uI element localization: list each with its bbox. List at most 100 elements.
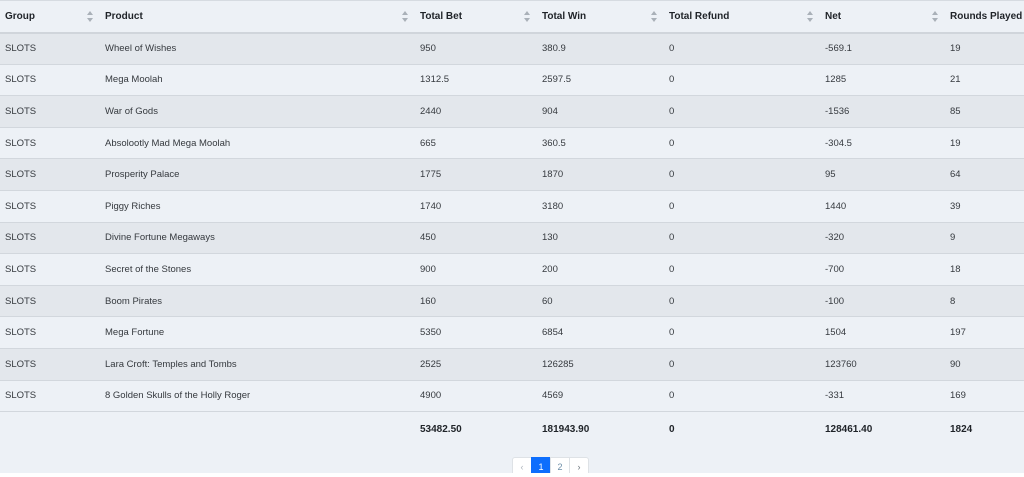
cell-group: SLOTS	[0, 32, 100, 65]
cell-total-bet: 1312.5	[415, 64, 537, 97]
report-table: Group Product Total Bet Total Win Total Refu…	[0, 0, 1024, 444]
cell-rounds-played: 169	[945, 380, 1024, 413]
column-header-total-refund[interactable]: Total Refund	[664, 0, 820, 34]
cell-group: SLOTS	[0, 64, 100, 97]
table-footer: 53482.50 181943.90 0 128461.40 1824	[0, 411, 1024, 444]
cell-product: Wheel of Wishes	[100, 32, 415, 65]
column-header-product[interactable]: Product	[100, 0, 415, 34]
header-row: Group Product Total Bet Total Win Total Refu…	[0, 0, 1024, 34]
cell-total-bet: 160	[415, 285, 537, 318]
sort-icon[interactable]	[651, 11, 657, 22]
cell-total-win: 1870	[537, 158, 664, 191]
table-row: SLOTS Piggy Riches 1740 3180 0 1440 39	[0, 190, 1024, 223]
cell-total-refund: 0	[664, 64, 820, 97]
cell-total-refund: 0	[664, 127, 820, 160]
cell-total-win: 4569	[537, 380, 664, 413]
cell-total-refund: 0	[664, 190, 820, 223]
column-header-total-win[interactable]: Total Win	[537, 0, 664, 34]
column-header-label: Rounds Played	[950, 10, 1023, 22]
cell-product: Secret of the Stones	[100, 253, 415, 286]
cell-product: Mega Moolah	[100, 64, 415, 97]
cell-total-bet: 665	[415, 127, 537, 160]
cell-total-refund: 0	[664, 348, 820, 381]
column-header-group[interactable]: Group	[0, 0, 100, 34]
cell-total-win: 904	[537, 95, 664, 128]
sort-icon[interactable]	[87, 11, 93, 22]
report-table-container: Group Product Total Bet Total Win Total Refu…	[0, 0, 1024, 444]
cell-group: SLOTS	[0, 380, 100, 413]
column-header-rounds-played[interactable]: Rounds Played	[945, 0, 1024, 34]
table-header: Group Product Total Bet Total Win Total Refu…	[0, 0, 1024, 34]
column-header-label: Group	[5, 10, 35, 22]
cell-product: 8 Golden Skulls of the Holly Roger	[100, 380, 415, 413]
cell-group: SLOTS	[0, 95, 100, 128]
cell-group: SLOTS	[0, 158, 100, 191]
cell-net: 123760	[820, 348, 945, 381]
table-row: SLOTS Prosperity Palace 1775 1870 0 95 64	[0, 158, 1024, 191]
table-row: SLOTS Wheel of Wishes 950 380.9 0 -569.1 19	[0, 32, 1024, 65]
cell-total-refund: 0	[664, 32, 820, 65]
cell-group: SLOTS	[0, 348, 100, 381]
table-body: SLOTS Wheel of Wishes 950 380.9 0 -569.1 19 SLO…	[0, 32, 1024, 413]
totals-row: 53482.50 181943.90 0 128461.40 1824	[0, 411, 1024, 444]
cell-rounds-played: 197	[945, 316, 1024, 349]
cell-total-bet: 1740	[415, 190, 537, 223]
cell-net: -331	[820, 380, 945, 413]
column-header-label: Total Bet	[420, 10, 463, 22]
cell-net: -320	[820, 222, 945, 255]
cell-net: 1285	[820, 64, 945, 97]
cell-product: Prosperity Palace	[100, 158, 415, 191]
cell-net: 95	[820, 158, 945, 191]
cell-net: -700	[820, 253, 945, 286]
cell-net: -569.1	[820, 32, 945, 65]
cell-net: 1504	[820, 316, 945, 349]
cell-rounds-played: 9	[945, 222, 1024, 255]
sort-icon[interactable]	[524, 11, 530, 22]
cell-total-bet: 450	[415, 222, 537, 255]
cell-group: SLOTS	[0, 222, 100, 255]
sort-icon[interactable]	[807, 11, 813, 22]
column-header-label: Product	[105, 10, 143, 22]
cell-group: SLOTS	[0, 285, 100, 318]
table-row: SLOTS Boom Pirates 160 60 0 -100 8	[0, 285, 1024, 318]
cell-total-refund: 0	[664, 158, 820, 191]
cell-total-win: 2597.5	[537, 64, 664, 97]
cell-total-refund: 0	[664, 253, 820, 286]
cell-total-refund: 0	[664, 95, 820, 128]
cell-total-win: 60	[537, 285, 664, 318]
total-group	[0, 411, 100, 444]
column-header-total-bet[interactable]: Total Bet	[415, 0, 537, 34]
cell-rounds-played: 19	[945, 127, 1024, 160]
cell-total-win: 3180	[537, 190, 664, 223]
cell-group: SLOTS	[0, 253, 100, 286]
cell-group: SLOTS	[0, 316, 100, 349]
column-header-label: Net	[825, 10, 842, 22]
column-header-net[interactable]: Net	[820, 0, 945, 34]
total-product	[100, 411, 415, 444]
cell-total-bet: 900	[415, 253, 537, 286]
cell-total-win: 380.9	[537, 32, 664, 65]
sort-icon[interactable]	[932, 11, 938, 22]
sort-icon[interactable]	[402, 11, 408, 22]
cell-rounds-played: 21	[945, 64, 1024, 97]
cell-net: -1536	[820, 95, 945, 128]
cell-product: Divine Fortune Megaways	[100, 222, 415, 255]
cell-total-bet: 4900	[415, 380, 537, 413]
cell-product: Piggy Riches	[100, 190, 415, 223]
cell-group: SLOTS	[0, 190, 100, 223]
cell-total-win: 6854	[537, 316, 664, 349]
cell-rounds-played: 64	[945, 158, 1024, 191]
cell-total-bet: 1775	[415, 158, 537, 191]
table-row: SLOTS Secret of the Stones 900 200 0 -700 18	[0, 253, 1024, 286]
table-row: SLOTS Absolootly Mad Mega Moolah 665 360.5 0…	[0, 127, 1024, 160]
total-total-refund: 0	[664, 411, 820, 444]
column-header-label: Total Refund	[669, 10, 730, 22]
table-row: SLOTS Divine Fortune Megaways 450 130 0 -320 9	[0, 222, 1024, 255]
cell-total-bet: 950	[415, 32, 537, 65]
cell-rounds-played: 18	[945, 253, 1024, 286]
cell-rounds-played: 39	[945, 190, 1024, 223]
cell-total-bet: 5350	[415, 316, 537, 349]
total-total-bet: 53482.50	[415, 411, 537, 444]
cell-product: War of Gods	[100, 95, 415, 128]
cell-product: Mega Fortune	[100, 316, 415, 349]
